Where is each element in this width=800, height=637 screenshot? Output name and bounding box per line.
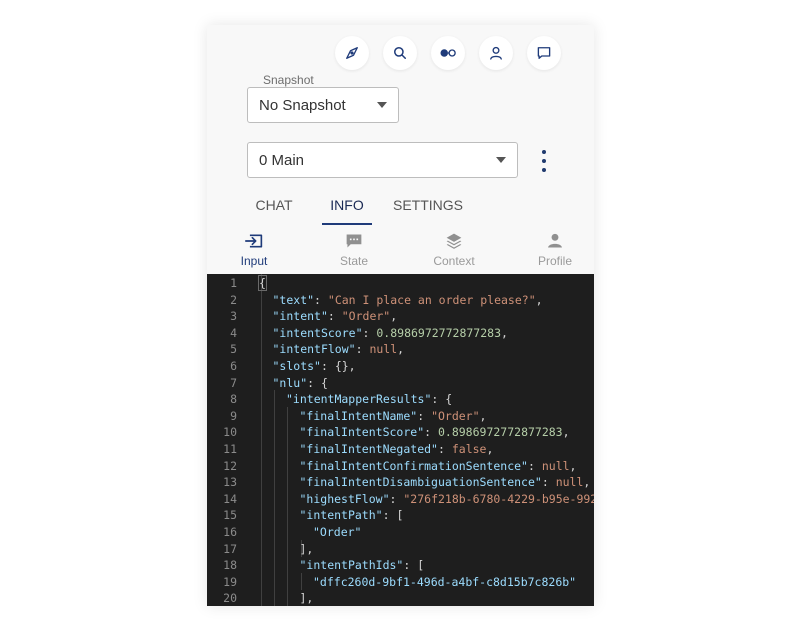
chevron-down-icon [496, 157, 506, 163]
user-icon [490, 46, 502, 60]
code-text: ], [299, 591, 314, 606]
code-text: "intentPath": [ [299, 508, 404, 523]
chat-debug-panel: No Snapshot Snapshot 0 Main CHAT INFO SE… [207, 25, 594, 606]
tab-info[interactable]: INFO [322, 195, 372, 225]
compass-button[interactable] [335, 36, 369, 70]
line-number: 3 [230, 309, 237, 324]
code-text: "Order" [313, 524, 362, 539]
chat-bubble-icon [537, 47, 551, 59]
subtab-context[interactable]: Context [424, 232, 484, 270]
line-number: 6 [230, 358, 237, 373]
line-number: 16 [223, 524, 237, 539]
chevron-down-icon [377, 102, 387, 108]
code-text: { [258, 275, 267, 291]
subtab-input[interactable]: Input [224, 232, 284, 270]
subtab-state[interactable]: State [324, 232, 384, 270]
chat-button[interactable] [527, 36, 561, 70]
toggle-button[interactable] [431, 36, 465, 70]
toggle-icon [440, 49, 456, 57]
code-line: 5 "intentFlow": null, [207, 341, 594, 358]
code-line: 19 "dffc260d-9bf1-496d-a4bf-c8d15b7c826b" [207, 574, 594, 591]
code-line: 10 "finalIntentScore": 0.8986972772877283… [207, 424, 594, 441]
code-line: 17], [207, 541, 594, 558]
line-number: 11 [223, 441, 237, 456]
main-tabs: CHAT INFO SETTINGS [247, 195, 463, 225]
snapshot-select[interactable]: No Snapshot [247, 87, 399, 123]
code-text: "text": "Can I place an order please?", [272, 292, 543, 307]
code-text: "intentScore": 0.8986972772877283, [272, 325, 508, 340]
search-icon [394, 47, 406, 59]
flow-select[interactable]: 0 Main [247, 142, 518, 178]
snapshot-label: Snapshot [261, 73, 316, 87]
line-number: 19 [223, 574, 237, 589]
json-code-editor[interactable]: 1{2 "text": "Can I place an order please?… [207, 274, 594, 606]
line-number: 8 [230, 392, 237, 407]
code-text: "intent": "Order", [272, 309, 398, 324]
code-line: 2 "text": "Can I place an order please?", [207, 292, 594, 309]
layers-icon [446, 233, 462, 249]
code-line: 18 "intentPathIds": [ [207, 557, 594, 574]
code-line: 7 "nlu": { [207, 375, 594, 392]
code-text: "finalIntentScore": 0.8986972772877283, [299, 425, 570, 440]
code-line: 11 "finalIntentNegated": false, [207, 441, 594, 458]
code-line: 3 "intent": "Order", [207, 308, 594, 325]
line-number: 2 [230, 292, 237, 307]
line-number: 10 [223, 425, 237, 440]
line-number: 14 [223, 491, 237, 506]
subtab-profile[interactable]: Profile [525, 232, 585, 270]
info-subtabs: Input State Context Profile [207, 232, 594, 274]
line-number: 5 [230, 342, 237, 357]
input-icon [245, 234, 263, 248]
code-text: "intentMapperResults": { [286, 392, 453, 407]
code-text: "dffc260d-9bf1-496d-a4bf-c8d15b7c826b" [313, 574, 577, 589]
code-text: "finalIntentName": "Order", [299, 408, 487, 423]
code-line: 9 "finalIntentName": "Order", [207, 408, 594, 425]
line-number: 1 [230, 276, 237, 290]
code-line: 6 "slots": {}, [207, 358, 594, 375]
code-line: 15 "intentPath": [ [207, 507, 594, 524]
code-text: "finalIntentNegated": false, [299, 441, 494, 456]
code-line: 4 "intentScore": 0.8986972772877283, [207, 325, 594, 342]
code-text: "finalIntentDisambiguationSentence": nul… [299, 475, 591, 490]
tab-settings[interactable]: SETTINGS [393, 195, 463, 225]
line-number: 15 [223, 508, 237, 523]
compass-icon [346, 47, 358, 59]
code-text: "nlu": { [272, 375, 328, 390]
line-number: 13 [223, 475, 237, 490]
message-icon [346, 234, 362, 248]
flow-select-value: 0 Main [259, 151, 305, 169]
toolbar [335, 36, 561, 70]
line-number: 9 [230, 408, 237, 423]
code-text: "highestFlow": "276f218b-6780-4229-b95e-… [299, 491, 595, 506]
line-number: 12 [223, 458, 237, 473]
code-line: 1{ [207, 275, 594, 292]
code-line: 13 "finalIntentDisambiguationSentence": n… [207, 474, 594, 491]
code-text: "finalIntentConfirmationSentence": null, [299, 458, 577, 473]
code-line: 12 "finalIntentConfirmationSentence": nul… [207, 458, 594, 475]
code-text: "intentPathIds": [ [299, 558, 425, 573]
code-text: "intentFlow": null, [272, 342, 405, 357]
line-number: 4 [230, 325, 237, 340]
code-text: ], [299, 541, 314, 556]
tab-chat[interactable]: CHAT [247, 195, 301, 225]
code-line: 8 "intentMapperResults": { [207, 391, 594, 408]
code-line: 20], [207, 590, 594, 606]
code-text: "slots": {}, [272, 358, 356, 373]
search-button[interactable] [383, 36, 417, 70]
code-line: 14 "highestFlow": "276f218b-6780-4229-b95… [207, 491, 594, 508]
line-number: 7 [230, 375, 237, 390]
line-number: 17 [223, 541, 237, 556]
person-icon [548, 233, 562, 248]
code-line: 16 "Order" [207, 524, 594, 541]
more-options-icon[interactable] [541, 150, 547, 172]
snapshot-select-value: No Snapshot [259, 96, 346, 114]
line-number: 18 [223, 558, 237, 573]
user-button[interactable] [479, 36, 513, 70]
line-number: 20 [223, 591, 237, 606]
